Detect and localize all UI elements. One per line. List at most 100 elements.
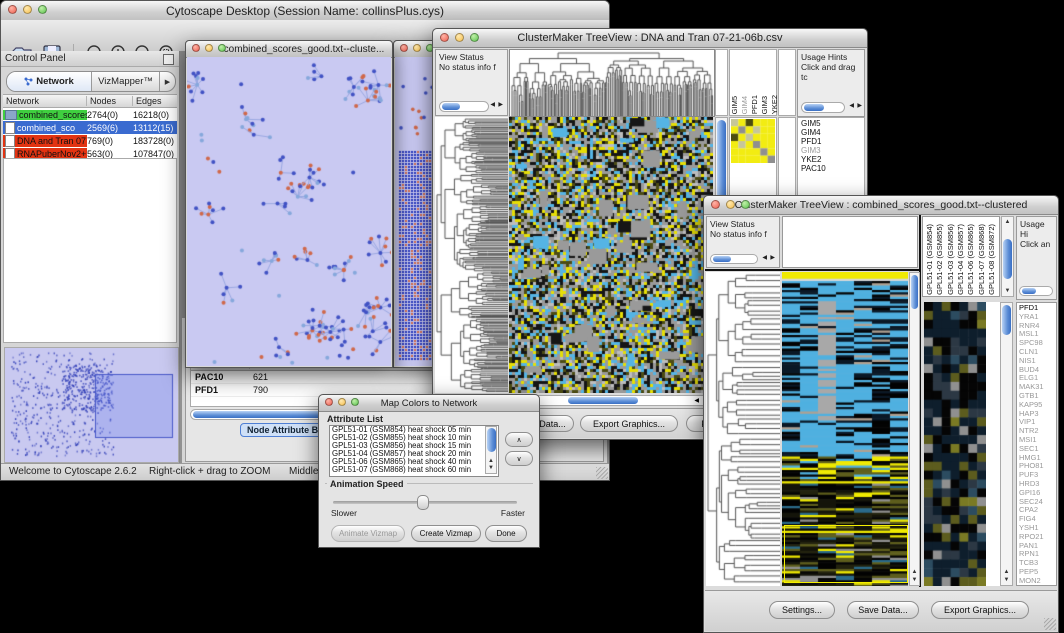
- scroll-up-icon[interactable]: ▲: [1001, 569, 1012, 575]
- close-button[interactable]: [8, 5, 17, 14]
- attribute-list-vscrollbar[interactable]: ▲ ▼: [485, 426, 497, 474]
- resize-grip[interactable]: [1044, 618, 1056, 630]
- gene-id: PAC10: [191, 372, 249, 382]
- tv2-collabel-vscrollbar[interactable]: ▲ ▼: [1001, 216, 1014, 297]
- tv2-zoom-vscrollbar[interactable]: ▲ ▼: [1000, 302, 1013, 586]
- zoom-button[interactable]: [38, 5, 47, 14]
- network-canvas[interactable]: [187, 57, 391, 366]
- scroll-down-icon[interactable]: ▼: [486, 465, 496, 471]
- minimize-button[interactable]: [338, 398, 346, 406]
- scroll-left-icon[interactable]: ◀: [849, 101, 854, 111]
- attribute-listbox[interactable]: GPL51-01 (GSM854) heat shock 05 minGPL51…: [329, 425, 499, 477]
- column-label[interactable]: GPL51-04 (GSM857): [956, 224, 966, 295]
- row-label[interactable]: PAC10: [801, 165, 864, 174]
- network-nodes-count: 563(0): [87, 149, 133, 159]
- column-label[interactable]: GPL51-03 (GSM856): [946, 224, 956, 295]
- tab-vizmapper[interactable]: VizMapper™: [92, 72, 160, 91]
- scroll-right-icon[interactable]: ▶: [498, 100, 503, 110]
- resize-grip[interactable]: [596, 467, 608, 479]
- close-button[interactable]: [192, 44, 200, 52]
- zoom-button[interactable]: [470, 33, 479, 42]
- network-file-icon: [5, 110, 17, 120]
- dialog-titlebar[interactable]: Map Colors to Network: [319, 395, 539, 412]
- minimize-button[interactable]: [455, 33, 464, 42]
- col-nodes[interactable]: Nodes: [87, 96, 133, 106]
- tv2-zoom-heatmap[interactable]: [924, 302, 986, 586]
- network-row[interactable]: combined_scores 2764(0) 16218(0): [3, 108, 177, 121]
- network-list-header: Network Nodes Edges: [3, 94, 177, 108]
- attribute-item[interactable]: GPL51-07 (GSM868) heat shock 60 min: [330, 466, 498, 474]
- view-status-hscrollbar[interactable]: [710, 254, 758, 264]
- scroll-left-icon[interactable]: ◀: [490, 100, 495, 110]
- close-button[interactable]: [325, 398, 333, 406]
- export-graphics-button[interactable]: Export Graphics...: [931, 601, 1029, 619]
- network-row[interactable]: DNA and Tran 07 769(0) 183728(0): [3, 134, 177, 147]
- scroll-down-icon[interactable]: ▼: [910, 577, 919, 583]
- settings-button[interactable]: Settings...: [769, 601, 835, 619]
- network-row[interactable]: combined_sco 2569(6) 13112(15): [3, 121, 177, 134]
- export-graphics-button[interactable]: Export Graphics...: [580, 415, 678, 432]
- column-label[interactable]: GPL51-07 (GSM868): [977, 224, 987, 295]
- tv1-heatmap[interactable]: [509, 117, 713, 393]
- column-label[interactable]: GPL51-08 (GSM872): [987, 224, 997, 295]
- close-button[interactable]: [711, 200, 720, 209]
- faster-label: Faster: [501, 508, 525, 518]
- minimize-button[interactable]: [726, 200, 735, 209]
- column-label[interactable]: GPL51-01 (GSM854): [925, 224, 935, 295]
- network1-titlebar[interactable]: combined_scores_good.txt--cluste...: [186, 41, 392, 58]
- scroll-right-icon[interactable]: ▶: [770, 253, 775, 263]
- view-status-hscrollbar[interactable]: [439, 101, 489, 112]
- scroll-right-icon[interactable]: ▶: [857, 101, 862, 111]
- zoom-button[interactable]: [741, 200, 750, 209]
- main-window-title: Cytoscape Desktop (Session Name: collins…: [166, 4, 444, 18]
- column-label[interactable]: GPL51-02 (GSM855): [935, 224, 945, 295]
- scroll-up-icon[interactable]: ▲: [486, 458, 496, 464]
- scroll-up-icon[interactable]: ▲: [1002, 219, 1013, 225]
- scroll-left-icon[interactable]: ◀: [762, 253, 767, 263]
- usage-hints-hscrollbar[interactable]: [801, 102, 845, 113]
- speed-slider-thumb[interactable]: [417, 495, 429, 510]
- main-titlebar[interactable]: Cytoscape Desktop (Session Name: collins…: [1, 1, 609, 21]
- create-vizmap-button[interactable]: Create Vizmap: [411, 525, 481, 542]
- minimize-button[interactable]: [205, 44, 213, 52]
- treeview2-titlebar[interactable]: ClusterMaker TreeView : combined_scores_…: [704, 196, 1058, 215]
- save-data-button[interactable]: Save Data...: [847, 601, 919, 619]
- col-edges[interactable]: Edges: [133, 96, 177, 106]
- divider-h: [705, 269, 920, 271]
- scroll-up-icon[interactable]: ▲: [910, 569, 919, 575]
- birdseye-view[interactable]: [4, 347, 179, 463]
- tab-overflow-arrow[interactable]: ▶: [160, 72, 175, 91]
- animate-vizmap-button[interactable]: Animate Vizmap: [331, 525, 405, 542]
- tv2-row-dendrogram[interactable]: [706, 272, 780, 586]
- float-panel-icon[interactable]: [163, 54, 174, 65]
- tv1-column-dendrogram[interactable]: [509, 49, 715, 117]
- column-label[interactable]: PFD1: [750, 95, 760, 114]
- col-network[interactable]: Network: [3, 96, 87, 106]
- scroll-down-icon[interactable]: ▼: [1002, 288, 1013, 294]
- zoom-button[interactable]: [218, 44, 226, 52]
- column-label[interactable]: GIM5: [730, 96, 740, 114]
- close-button[interactable]: [440, 33, 449, 42]
- tab-network[interactable]: Network: [7, 72, 92, 91]
- status-hint-zoom: Right-click + drag to ZOOM: [149, 466, 270, 477]
- move-up-button[interactable]: ∧: [505, 432, 533, 447]
- scroll-left-icon[interactable]: ◀: [694, 397, 699, 404]
- column-label[interactable]: GIM3: [760, 96, 770, 114]
- close-button[interactable]: [400, 44, 408, 52]
- treeview1-titlebar[interactable]: ClusterMaker TreeView : DNA and Tran 07-…: [433, 29, 867, 48]
- zoom-button[interactable]: [351, 398, 359, 406]
- column-label[interactable]: GIM4: [740, 96, 750, 114]
- usage-hints-hscrollbar[interactable]: [1019, 286, 1053, 296]
- tv1-zoom-matrix[interactable]: [731, 119, 775, 163]
- minimize-button[interactable]: [413, 44, 421, 52]
- minimize-button[interactable]: [23, 5, 32, 14]
- move-down-button[interactable]: ∨: [505, 451, 533, 466]
- heatmap-selection-rect[interactable]: [784, 525, 908, 583]
- network-name: RNAPuberNov2+1: [17, 149, 87, 159]
- tv2-vscrollbar[interactable]: ▲ ▼: [909, 272, 920, 586]
- column-label[interactable]: GPL51-06 (GSM865): [966, 224, 976, 295]
- scroll-down-icon[interactable]: ▼: [1001, 577, 1012, 583]
- tv1-row-dendrogram[interactable]: [435, 117, 508, 393]
- done-button[interactable]: Done: [485, 525, 527, 542]
- row-label[interactable]: MON2: [1019, 577, 1056, 586]
